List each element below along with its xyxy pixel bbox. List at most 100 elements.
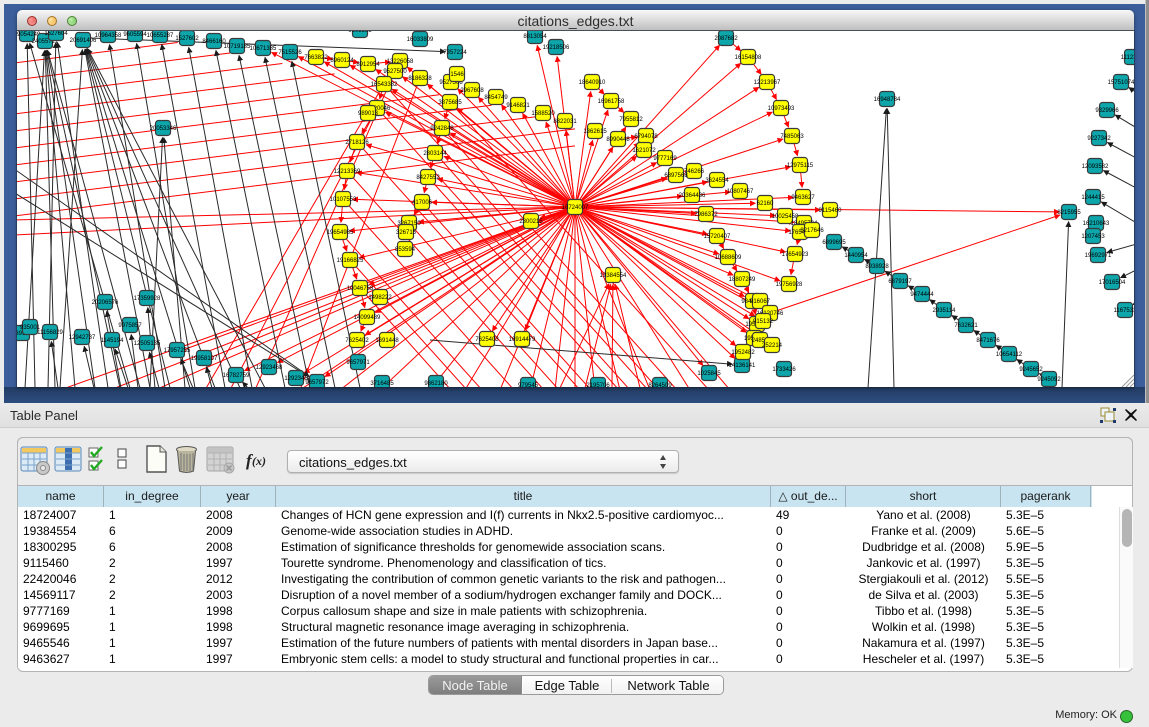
svg-text:62160: 62160 bbox=[757, 201, 774, 207]
svg-text:12923468: 12923468 bbox=[256, 365, 283, 371]
svg-text:20053346: 20053346 bbox=[150, 126, 177, 132]
svg-text:1498222: 1498222 bbox=[368, 295, 392, 301]
svg-text:2967608: 2967608 bbox=[460, 88, 484, 94]
svg-text:19654985: 19654985 bbox=[327, 230, 354, 236]
svg-text:10964358: 10964358 bbox=[95, 33, 122, 39]
svg-text:17654923: 17654923 bbox=[782, 252, 809, 258]
svg-text:16154808: 16154808 bbox=[735, 55, 762, 61]
svg-text:14099489: 14099489 bbox=[354, 315, 381, 321]
svg-text:7632621: 7632621 bbox=[954, 323, 978, 329]
svg-text:12505135: 12505135 bbox=[134, 341, 161, 347]
svg-text:12942737: 12942737 bbox=[69, 335, 96, 341]
svg-text:9245652: 9245652 bbox=[1019, 367, 1043, 373]
svg-text:12213369: 12213369 bbox=[334, 169, 361, 175]
svg-text:10719185: 10719185 bbox=[224, 44, 251, 50]
svg-text:6899695: 6899695 bbox=[822, 240, 846, 246]
svg-text:8822031: 8822031 bbox=[553, 119, 577, 125]
svg-text:2300215: 2300215 bbox=[519, 219, 543, 225]
svg-text:916067: 916067 bbox=[750, 299, 771, 305]
svg-text:3624554: 3624554 bbox=[705, 178, 729, 184]
svg-text:2803144: 2803144 bbox=[423, 151, 447, 157]
svg-text:17016504: 17016504 bbox=[1099, 280, 1126, 286]
svg-text:3716485: 3716485 bbox=[370, 381, 394, 387]
svg-text:7986372: 7986372 bbox=[694, 212, 718, 218]
svg-text:7515526: 7515526 bbox=[278, 50, 302, 56]
svg-text:16961758: 16961758 bbox=[598, 99, 625, 105]
svg-text:8813054: 8813054 bbox=[523, 34, 547, 40]
svg-text:10107553: 10107553 bbox=[330, 197, 357, 203]
svg-text:9227342: 9227342 bbox=[1087, 136, 1111, 142]
svg-text:252214: 252214 bbox=[762, 343, 783, 349]
svg-text:7357224: 7357224 bbox=[443, 50, 467, 56]
svg-text:7625402: 7625402 bbox=[345, 338, 369, 344]
svg-text:7955812: 7955812 bbox=[619, 117, 643, 123]
svg-text:7663822: 7663822 bbox=[304, 55, 328, 61]
svg-text:20364436: 20364436 bbox=[679, 193, 706, 199]
svg-text:12975115: 12975115 bbox=[787, 163, 814, 169]
svg-text:8217646: 8217646 bbox=[800, 228, 824, 234]
svg-text:1691448: 1691448 bbox=[375, 338, 399, 344]
svg-text:2195706: 2195706 bbox=[586, 383, 610, 387]
svg-text:7485063: 7485063 bbox=[780, 134, 804, 140]
svg-text:10807467: 10807467 bbox=[727, 189, 754, 195]
svg-text:1952482: 1952482 bbox=[731, 350, 755, 356]
svg-text:16543382: 16543382 bbox=[371, 82, 398, 88]
svg-text:15720407: 15720407 bbox=[704, 234, 731, 240]
svg-text:1527604: 1527604 bbox=[44, 31, 68, 37]
svg-text:10025458: 10025458 bbox=[772, 214, 799, 220]
svg-text:9657972: 9657972 bbox=[305, 380, 329, 386]
svg-text:19756928: 19756928 bbox=[776, 282, 803, 288]
svg-text:16948784: 16948784 bbox=[874, 97, 901, 103]
svg-text:915132: 915132 bbox=[753, 319, 774, 325]
svg-text:1025845: 1025845 bbox=[697, 371, 721, 377]
svg-text:1588520: 1588520 bbox=[531, 111, 555, 117]
svg-text:8454749: 8454749 bbox=[484, 95, 508, 101]
svg-text:1244415: 1244415 bbox=[1081, 195, 1105, 201]
svg-text:417006: 417006 bbox=[412, 200, 433, 206]
svg-text:9527500: 9527500 bbox=[383, 69, 407, 75]
svg-text:12093582: 12093582 bbox=[1082, 164, 1109, 170]
svg-text:10973493: 10973493 bbox=[768, 106, 795, 112]
svg-text:1621072: 1621072 bbox=[632, 148, 656, 154]
svg-text:14136141: 14136141 bbox=[729, 363, 756, 369]
svg-text:9242848: 9242848 bbox=[430, 126, 454, 132]
svg-text:20206576: 20206576 bbox=[92, 300, 119, 306]
svg-text:1527602: 1527602 bbox=[175, 36, 199, 42]
svg-text:8960124: 8960124 bbox=[330, 58, 354, 64]
svg-text:9777169: 9777169 bbox=[653, 156, 677, 162]
svg-text:9146821: 9146821 bbox=[506, 103, 530, 109]
svg-text:18724007: 18724007 bbox=[562, 205, 589, 211]
svg-text:9605593: 9605593 bbox=[348, 31, 372, 34]
svg-text:1733426: 1733426 bbox=[772, 367, 796, 373]
svg-text:12213967: 12213967 bbox=[754, 80, 781, 86]
svg-text:7625403: 7625403 bbox=[475, 337, 499, 343]
svg-text:1112358: 1112358 bbox=[1121, 55, 1134, 61]
svg-text:3875685: 3875685 bbox=[438, 100, 462, 106]
svg-text:9605594: 9605594 bbox=[123, 32, 147, 38]
svg-text:9463627: 9463627 bbox=[791, 195, 815, 201]
svg-text:17359928: 17359928 bbox=[134, 296, 161, 302]
svg-text:8938928: 8938928 bbox=[865, 264, 889, 270]
svg-text:1362615: 1362615 bbox=[583, 129, 607, 135]
svg-text:19166825: 19166825 bbox=[337, 258, 364, 264]
svg-text:853594: 853594 bbox=[395, 247, 416, 253]
svg-text:2718126: 2718126 bbox=[345, 140, 369, 146]
svg-text:(x): (x) bbox=[252, 454, 266, 468]
svg-text:6879197: 6879197 bbox=[888, 279, 912, 285]
svg-text:1145194: 1145194 bbox=[101, 338, 125, 344]
svg-text:19218506: 19218506 bbox=[543, 45, 570, 51]
svg-text:17957255: 17957255 bbox=[164, 348, 191, 354]
svg-text:9862180: 9862180 bbox=[424, 381, 448, 387]
svg-text:19692971: 19692971 bbox=[1085, 253, 1112, 259]
svg-text:326715: 326715 bbox=[396, 230, 417, 236]
svg-text:16914479: 16914479 bbox=[509, 337, 536, 343]
svg-text:979545: 979545 bbox=[518, 383, 539, 387]
svg-text:15751074: 15751074 bbox=[1108, 80, 1134, 86]
svg-text:10671385: 10671385 bbox=[250, 46, 277, 52]
svg-text:989013: 989013 bbox=[358, 111, 379, 117]
svg-text:16210643: 16210643 bbox=[1083, 221, 1110, 227]
svg-text:6794078: 6794078 bbox=[634, 134, 658, 140]
svg-text:9115460: 9115460 bbox=[819, 208, 843, 214]
svg-text:10688609: 10688609 bbox=[715, 255, 742, 261]
svg-text:8215955: 8215955 bbox=[1057, 210, 1081, 216]
